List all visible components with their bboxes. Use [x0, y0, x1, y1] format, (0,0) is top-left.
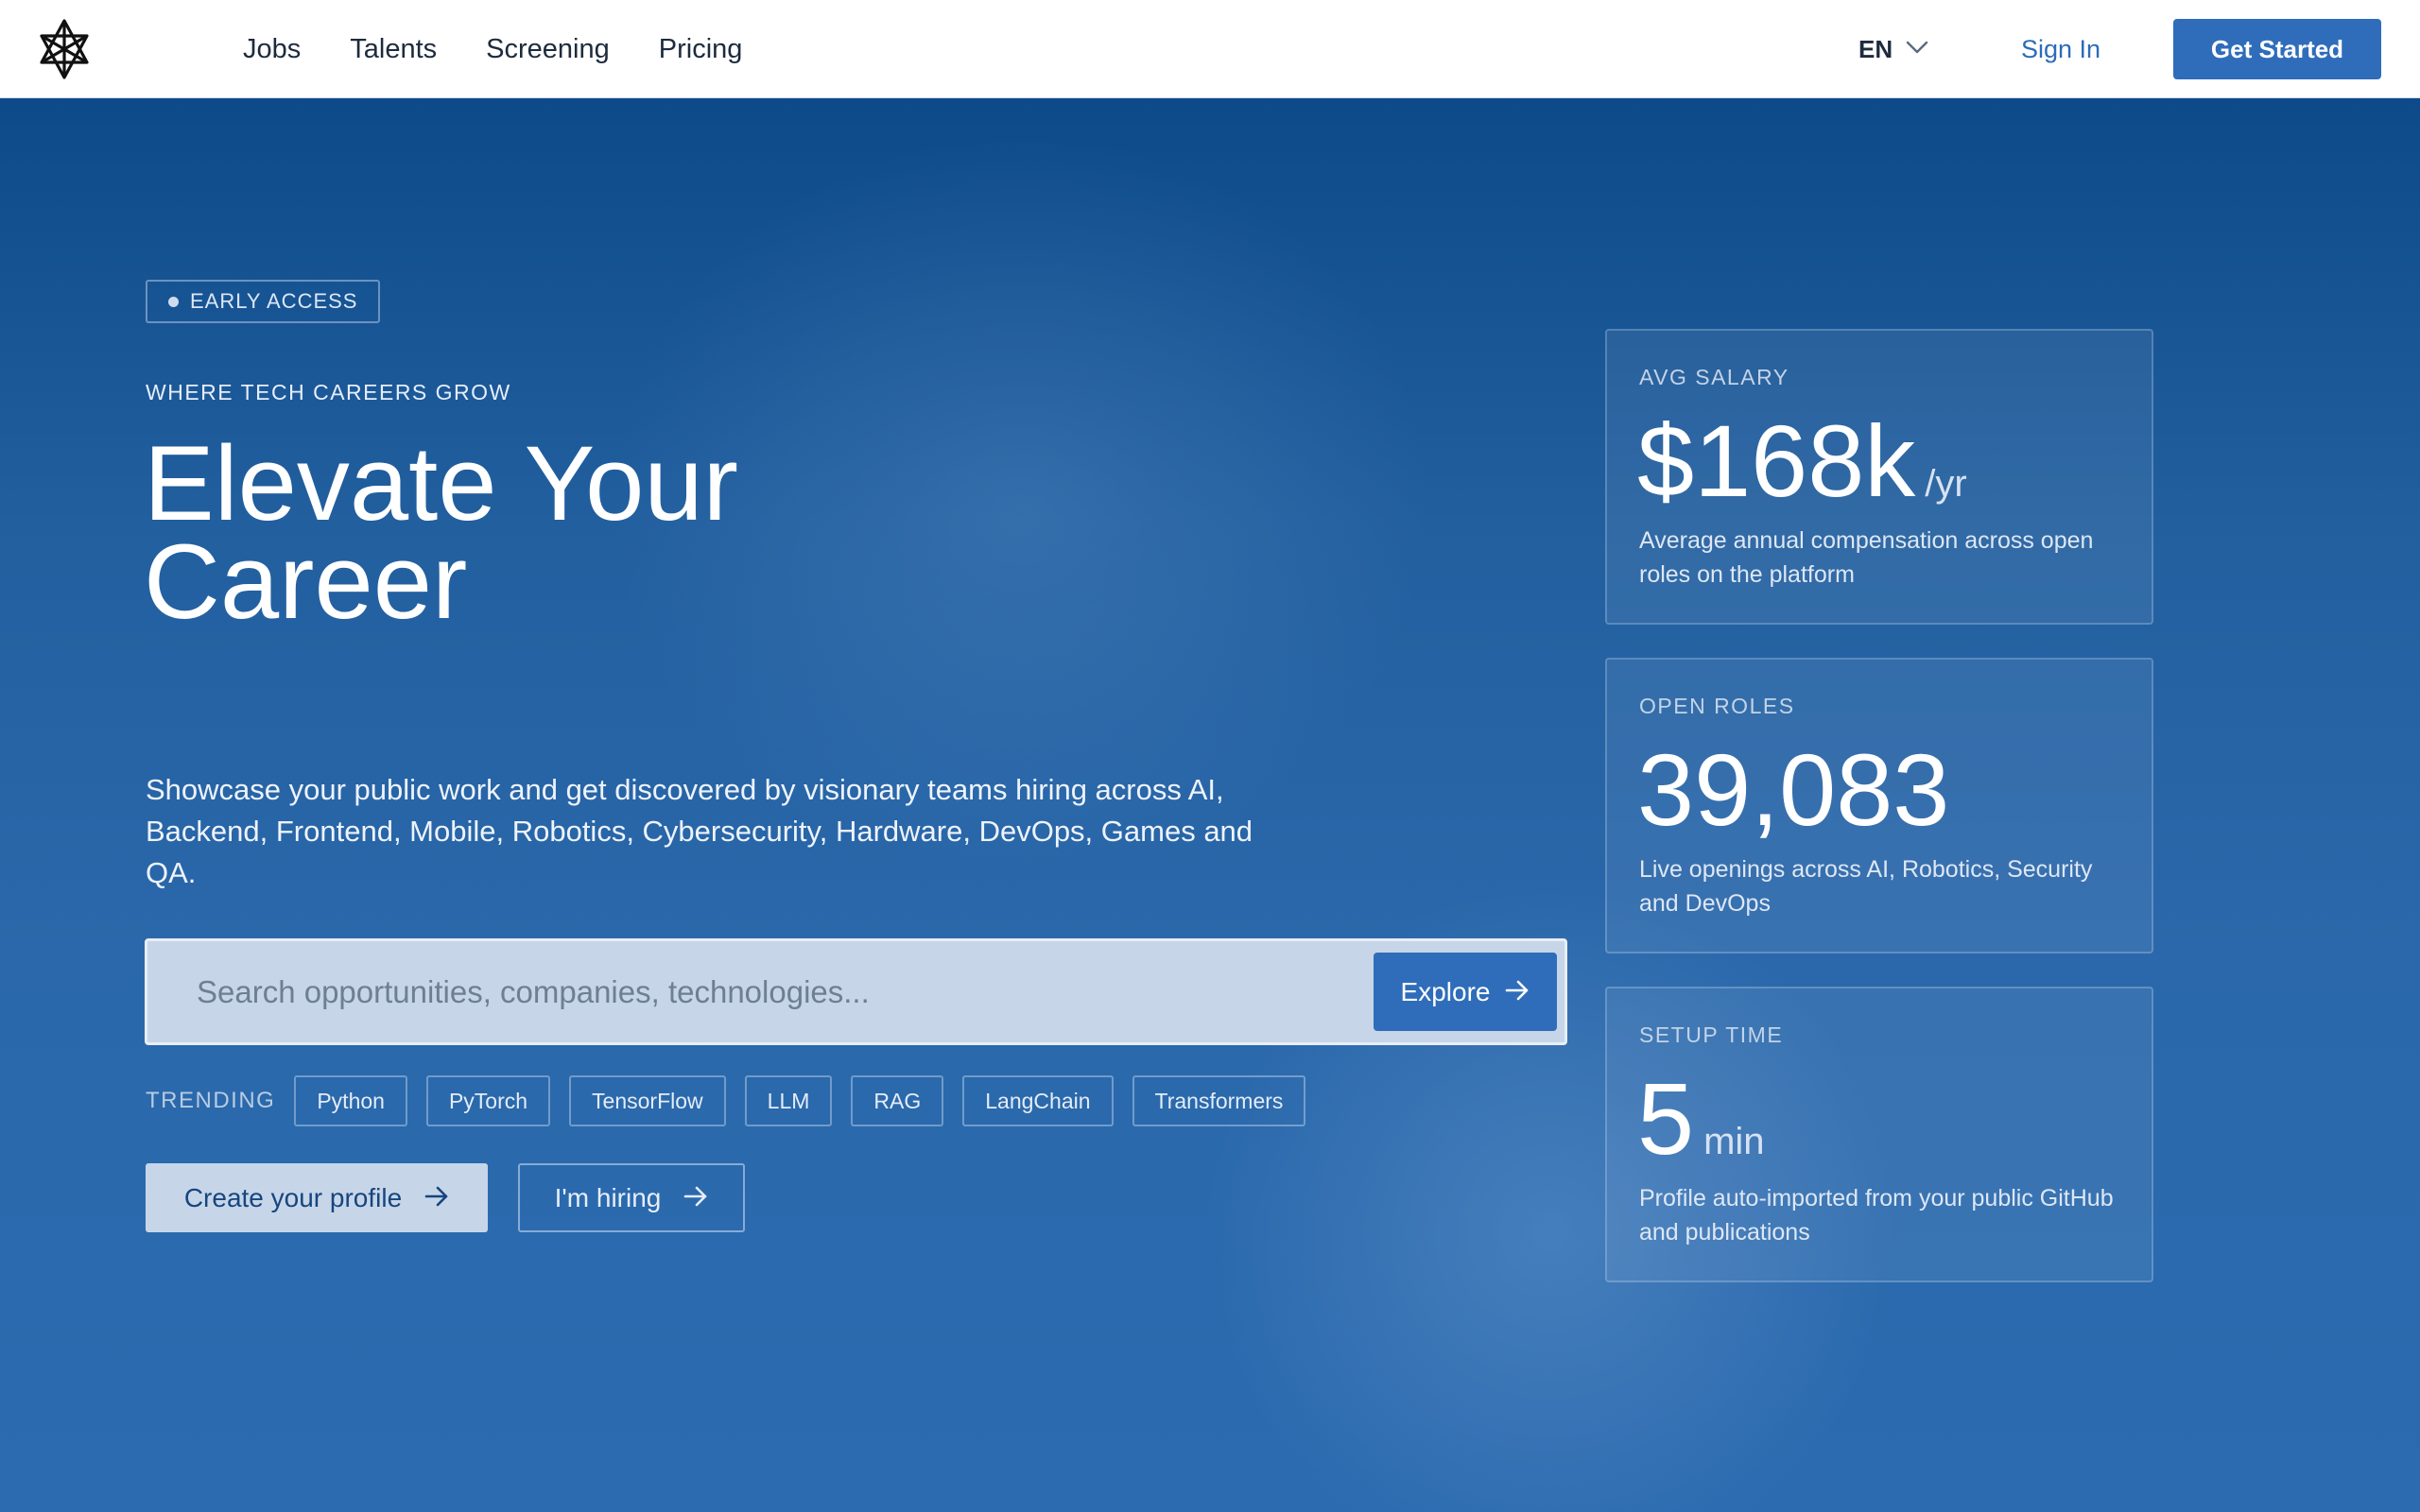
search-bar: Explore	[145, 938, 1567, 1045]
stat-number: 5	[1637, 1061, 1695, 1176]
stat-label: SETUP TIME	[1639, 1022, 1784, 1047]
trending-tag-llm[interactable]: LLM	[744, 1075, 833, 1126]
im-hiring-button[interactable]: I'm hiring	[518, 1163, 745, 1232]
stat-value: $168k /yr	[1637, 404, 1967, 518]
stat-unit: /yr	[1925, 463, 1967, 505]
trending-tag-rag[interactable]: RAG	[851, 1075, 944, 1126]
stat-label: AVG SALARY	[1639, 365, 1789, 389]
language-selector[interactable]: EN	[1858, 28, 1928, 70]
trending-tag-tensorflow[interactable]: TensorFlow	[569, 1075, 726, 1126]
stat-number: 39,083	[1637, 732, 1950, 847]
trending-tag-transformers[interactable]: Transformers	[1132, 1075, 1306, 1126]
stat-card-open-roles: OPEN ROLES 39,083 Live openings across A…	[1605, 658, 2153, 954]
sign-in-link[interactable]: Sign In	[2021, 28, 2100, 70]
nav-pricing[interactable]: Pricing	[659, 34, 743, 65]
stat-value: 39,083	[1637, 733, 1959, 847]
hexagram-logo-icon[interactable]	[34, 17, 95, 81]
early-access-badge: EARLY ACCESS	[146, 280, 381, 323]
explore-label: Explore	[1400, 976, 1491, 1006]
hero-headline: Elevate Your Career	[144, 431, 1089, 635]
trending-label: TRENDING	[146, 1088, 276, 1113]
nav-screening[interactable]: Screening	[486, 34, 610, 65]
stat-value: 5 min	[1637, 1062, 1765, 1176]
stat-label: OPEN ROLES	[1639, 694, 1795, 718]
stat-description: Average annual compensation across open …	[1639, 527, 2094, 588]
headline-line-2: Career	[144, 523, 468, 641]
chevron-down-icon	[1906, 41, 1928, 59]
language-code: EN	[1858, 34, 1893, 63]
stat-description: Live openings across AI, Robotics, Secur…	[1639, 856, 2093, 917]
explore-button[interactable]: Explore	[1374, 953, 1557, 1031]
get-started-button[interactable]: Get Started	[2173, 19, 2381, 79]
top-navigation-bar: Jobs Talents Screening Pricing EN Sign I…	[0, 0, 2420, 98]
trending-tags: TRENDING Python PyTorch TensorFlow LLM R…	[146, 1074, 1306, 1127]
hero-eyebrow: WHERE TECH CAREERS GROW	[146, 380, 511, 404]
main-nav: Jobs Talents Screening Pricing	[243, 0, 742, 98]
create-profile-button[interactable]: Create your profile	[146, 1163, 488, 1232]
hero-subtitle: Showcase your public work and get discov…	[146, 773, 1253, 889]
trending-tag-pytorch[interactable]: PyTorch	[425, 1075, 551, 1126]
arrow-right-icon	[424, 1183, 449, 1213]
nav-jobs[interactable]: Jobs	[243, 34, 301, 65]
trending-tag-python[interactable]: Python	[294, 1075, 407, 1126]
stat-card-setup-time: SETUP TIME 5 min Profile auto-imported f…	[1605, 987, 2153, 1282]
search-input[interactable]	[195, 941, 1443, 1042]
stat-description: Profile auto-imported from your public G…	[1639, 1185, 2114, 1246]
arrow-right-icon	[1505, 977, 1530, 1007]
create-profile-label: Create your profile	[183, 1182, 403, 1212]
im-hiring-label: I'm hiring	[554, 1182, 662, 1212]
badge-label: EARLY ACCESS	[190, 289, 358, 313]
stat-number: $168k	[1637, 404, 1916, 518]
stat-unit: min	[1703, 1121, 1765, 1162]
stat-card-avg-salary: AVG SALARY $168k /yr Average annual comp…	[1605, 329, 2153, 625]
trending-tag-langchain[interactable]: LangChain	[962, 1075, 1114, 1126]
dot-icon	[168, 296, 179, 307]
arrow-right-icon	[683, 1183, 708, 1213]
nav-talents[interactable]: Talents	[350, 34, 437, 65]
